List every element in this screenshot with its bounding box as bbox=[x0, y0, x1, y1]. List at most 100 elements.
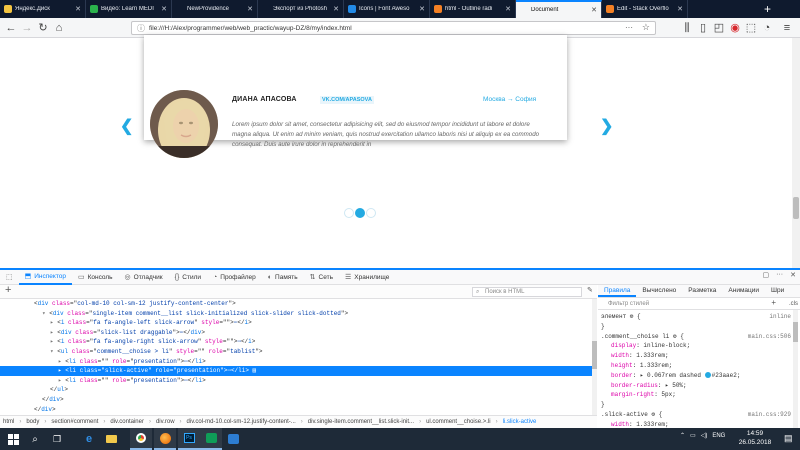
page-scrollbar[interactable] bbox=[792, 38, 800, 268]
css-property[interactable]: border-radius bbox=[611, 382, 658, 389]
page-actions-icon[interactable]: ··· bbox=[625, 23, 633, 32]
tab-close-icon[interactable]: ✕ bbox=[419, 5, 425, 13]
add-node-icon[interactable]: + bbox=[5, 284, 11, 296]
network-icon[interactable]: ▭ bbox=[690, 432, 696, 439]
sync-icon[interactable]: ◔ bbox=[760, 21, 774, 35]
extension-icon[interactable]: ◉ bbox=[728, 21, 742, 35]
scrollbar-thumb[interactable] bbox=[793, 197, 799, 219]
slider-dot[interactable] bbox=[355, 208, 365, 218]
breadcrumb-item[interactable]: div.col-md-10.col-sm-12.justify-content-… bbox=[187, 419, 296, 425]
menu-icon[interactable]: ≡ bbox=[780, 21, 794, 35]
screenshot-icon[interactable]: ⬚ bbox=[744, 21, 758, 35]
markup-node[interactable]: </ul> bbox=[0, 385, 592, 395]
slider-dot[interactable] bbox=[344, 208, 354, 218]
devtools-more-icon[interactable]: ··· bbox=[776, 271, 783, 279]
tab-close-icon[interactable]: ✕ bbox=[247, 5, 253, 13]
devtools-tab[interactable]: ◎ Отладчик bbox=[119, 270, 169, 285]
firefox-icon[interactable] bbox=[154, 428, 176, 450]
breadcrumb-item[interactable]: html bbox=[3, 419, 14, 425]
tab-close-icon[interactable]: ✕ bbox=[161, 5, 167, 13]
rules-scrollbar-thumb[interactable] bbox=[793, 322, 798, 342]
search-taskbar-icon[interactable]: ⌕ bbox=[24, 428, 46, 450]
css-property[interactable]: display bbox=[611, 342, 636, 349]
bookmark-star-icon[interactable]: ☆ bbox=[642, 22, 650, 33]
breadcrumb-item[interactable]: section#comment bbox=[51, 419, 98, 425]
home-icon[interactable]: ⌂ bbox=[52, 21, 66, 35]
browser-tab[interactable]: Icons | Font Aweso ✕ bbox=[344, 0, 430, 18]
volume-icon[interactable]: ◁) bbox=[701, 432, 708, 439]
css-value[interactable]: inline-block; bbox=[643, 342, 690, 349]
chrome-icon[interactable] bbox=[130, 428, 152, 450]
markup-node[interactable]: ▸ <li class="slick-active" role="present… bbox=[0, 366, 592, 376]
url-bar[interactable]: ⓘ file:///H:/Alex/programmer/web/web_pra… bbox=[131, 21, 656, 35]
devtools-tab[interactable]: ◐ Память bbox=[262, 270, 304, 285]
css-value[interactable]: ▸ 0.067rem dashed bbox=[640, 372, 705, 379]
library-icon[interactable]: ⫼ bbox=[680, 21, 694, 35]
html-search-input[interactable]: ⌕ Поиск в HTML bbox=[472, 287, 582, 297]
css-source-link[interactable]: main.css:506 bbox=[748, 332, 791, 342]
add-rule-icon[interactable]: + bbox=[771, 297, 776, 309]
devtools-dock-icon[interactable]: ▢ bbox=[763, 271, 770, 279]
testimonial-link[interactable]: VK.COM/APASOVA bbox=[320, 96, 374, 104]
sketch-app-icon[interactable] bbox=[200, 428, 222, 450]
css-property[interactable]: height bbox=[611, 362, 633, 369]
new-tab-button[interactable]: + bbox=[764, 1, 771, 17]
tab-close-icon[interactable]: ✕ bbox=[591, 6, 597, 14]
tab-close-icon[interactable]: ✕ bbox=[505, 5, 511, 13]
css-value[interactable]: 5px; bbox=[661, 391, 675, 398]
file-explorer-icon[interactable] bbox=[100, 428, 122, 450]
css-property[interactable]: margin-right bbox=[611, 391, 654, 398]
markup-node[interactable]: ▸ <div class="slick-list draggable">⋯</d… bbox=[0, 328, 592, 338]
css-property[interactable]: border bbox=[611, 372, 633, 379]
css-value[interactable]: 1.333rem; bbox=[640, 362, 672, 369]
markup-node[interactable]: </div> bbox=[0, 405, 592, 415]
breadcrumb-item[interactable]: div.container bbox=[110, 419, 144, 425]
browser-tab[interactable]: Видео: Learn MEDI ✕ bbox=[86, 0, 172, 18]
page-info-icon[interactable]: ⓘ bbox=[137, 23, 145, 34]
notifications-icon[interactable]: ▤ bbox=[784, 433, 793, 444]
edge-icon[interactable]: e bbox=[78, 428, 100, 450]
pocket-icon[interactable]: ◰ bbox=[712, 21, 726, 35]
tab-close-icon[interactable]: ✕ bbox=[75, 5, 81, 13]
css-source-link[interactable]: main.css:929 bbox=[748, 410, 791, 420]
task-view-icon[interactable]: ❐ bbox=[46, 428, 68, 450]
eyedropper-icon[interactable]: ✎ bbox=[587, 286, 593, 294]
markup-node[interactable]: ▾ <div class="single-item comment__list … bbox=[0, 309, 592, 319]
photoshop-icon[interactable]: Ps bbox=[178, 428, 200, 450]
devtools-tab[interactable]: ◔ Профайлер bbox=[207, 270, 262, 285]
rules-tab[interactable]: Разметка bbox=[682, 285, 722, 297]
rules-tab[interactable]: Шри bbox=[765, 285, 790, 297]
slider-dot[interactable] bbox=[366, 208, 376, 218]
css-value[interactable]: 1.333rem; bbox=[636, 352, 668, 359]
css-value[interactable]: #23aae2; bbox=[712, 372, 741, 379]
app-icon[interactable] bbox=[222, 428, 244, 450]
markup-node[interactable]: </div> bbox=[0, 395, 592, 405]
markup-scrollbar[interactable] bbox=[592, 299, 597, 415]
browser-tab[interactable]: Edit - Stack Overflo ✕ bbox=[602, 0, 688, 18]
slider-next-arrow-icon[interactable]: ❯ bbox=[600, 116, 613, 136]
devtools-tab[interactable]: ▭ Консоль bbox=[72, 270, 119, 285]
breadcrumb-item[interactable]: div.single-item.comment__list.slick-init… bbox=[308, 419, 414, 425]
markup-node[interactable]: ▾ <ul class="comment__choise > li" style… bbox=[0, 347, 592, 357]
color-swatch-icon[interactable] bbox=[704, 372, 711, 379]
rules-tab[interactable]: Правила bbox=[598, 285, 637, 297]
clock[interactable]: 14:59 26.05.2018 bbox=[738, 430, 772, 447]
cls-toggle-button[interactable]: .cls bbox=[789, 298, 798, 310]
tab-close-icon[interactable]: ✕ bbox=[333, 5, 339, 13]
browser-tab[interactable]: NewProvidence ✕ bbox=[172, 0, 258, 18]
css-property[interactable]: width bbox=[611, 421, 629, 428]
tray-arrow-icon[interactable]: ⌃ bbox=[680, 432, 685, 439]
language-indicator[interactable]: ENG bbox=[712, 433, 725, 439]
devtools-tab[interactable]: ☰ Хранилище bbox=[339, 270, 395, 285]
devtools-tab[interactable]: ⇅ Сеть bbox=[304, 270, 339, 285]
rules-scrollbar[interactable] bbox=[793, 310, 798, 428]
breadcrumb-item[interactable]: li.slick-active bbox=[503, 419, 537, 425]
css-value[interactable]: 1.333rem; bbox=[636, 421, 668, 428]
reload-icon[interactable]: ↻ bbox=[36, 21, 50, 35]
sidebar-icon[interactable]: ▯ bbox=[696, 21, 710, 35]
markup-node[interactable]: ▸ <i class="fa fa-angle-left slick-arrow… bbox=[0, 318, 592, 328]
browser-tab[interactable]: Яндекс.Диск ✕ bbox=[0, 0, 86, 18]
rules-tab[interactable]: Анимации bbox=[722, 285, 765, 297]
devtools-tab[interactable]: ⬚ bbox=[0, 270, 19, 285]
browser-tab[interactable]: Экспорт из Photosh ✕ bbox=[258, 0, 344, 18]
